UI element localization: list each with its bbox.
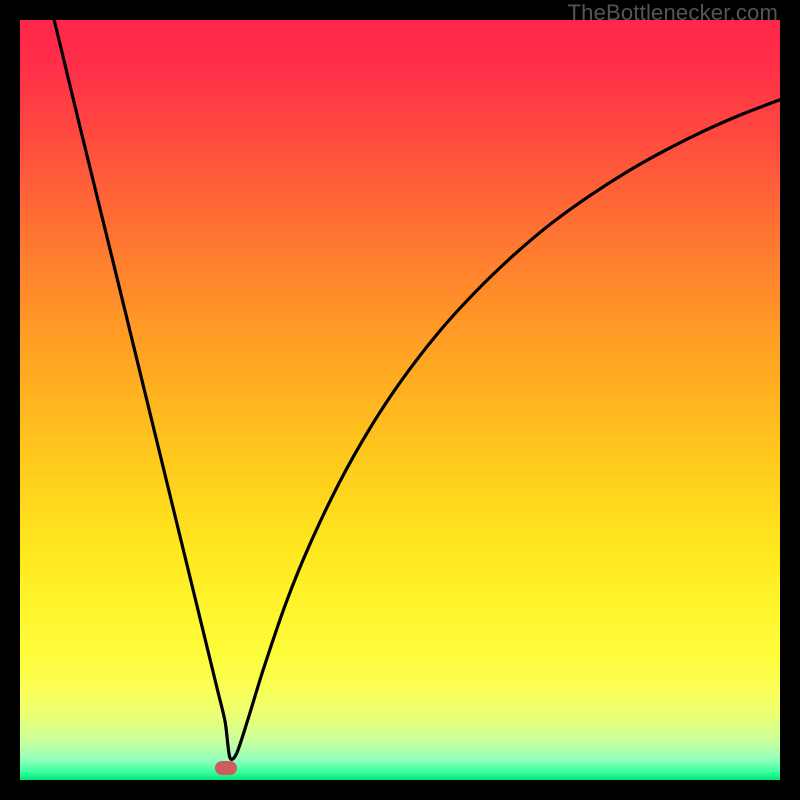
curve-path — [54, 20, 780, 759]
attribution-label: TheBottlenecker.com — [568, 0, 778, 26]
optimal-point-marker — [215, 761, 237, 775]
bottleneck-curve — [20, 20, 780, 780]
plot-area — [20, 20, 780, 780]
chart-frame: TheBottlenecker.com — [0, 0, 800, 800]
